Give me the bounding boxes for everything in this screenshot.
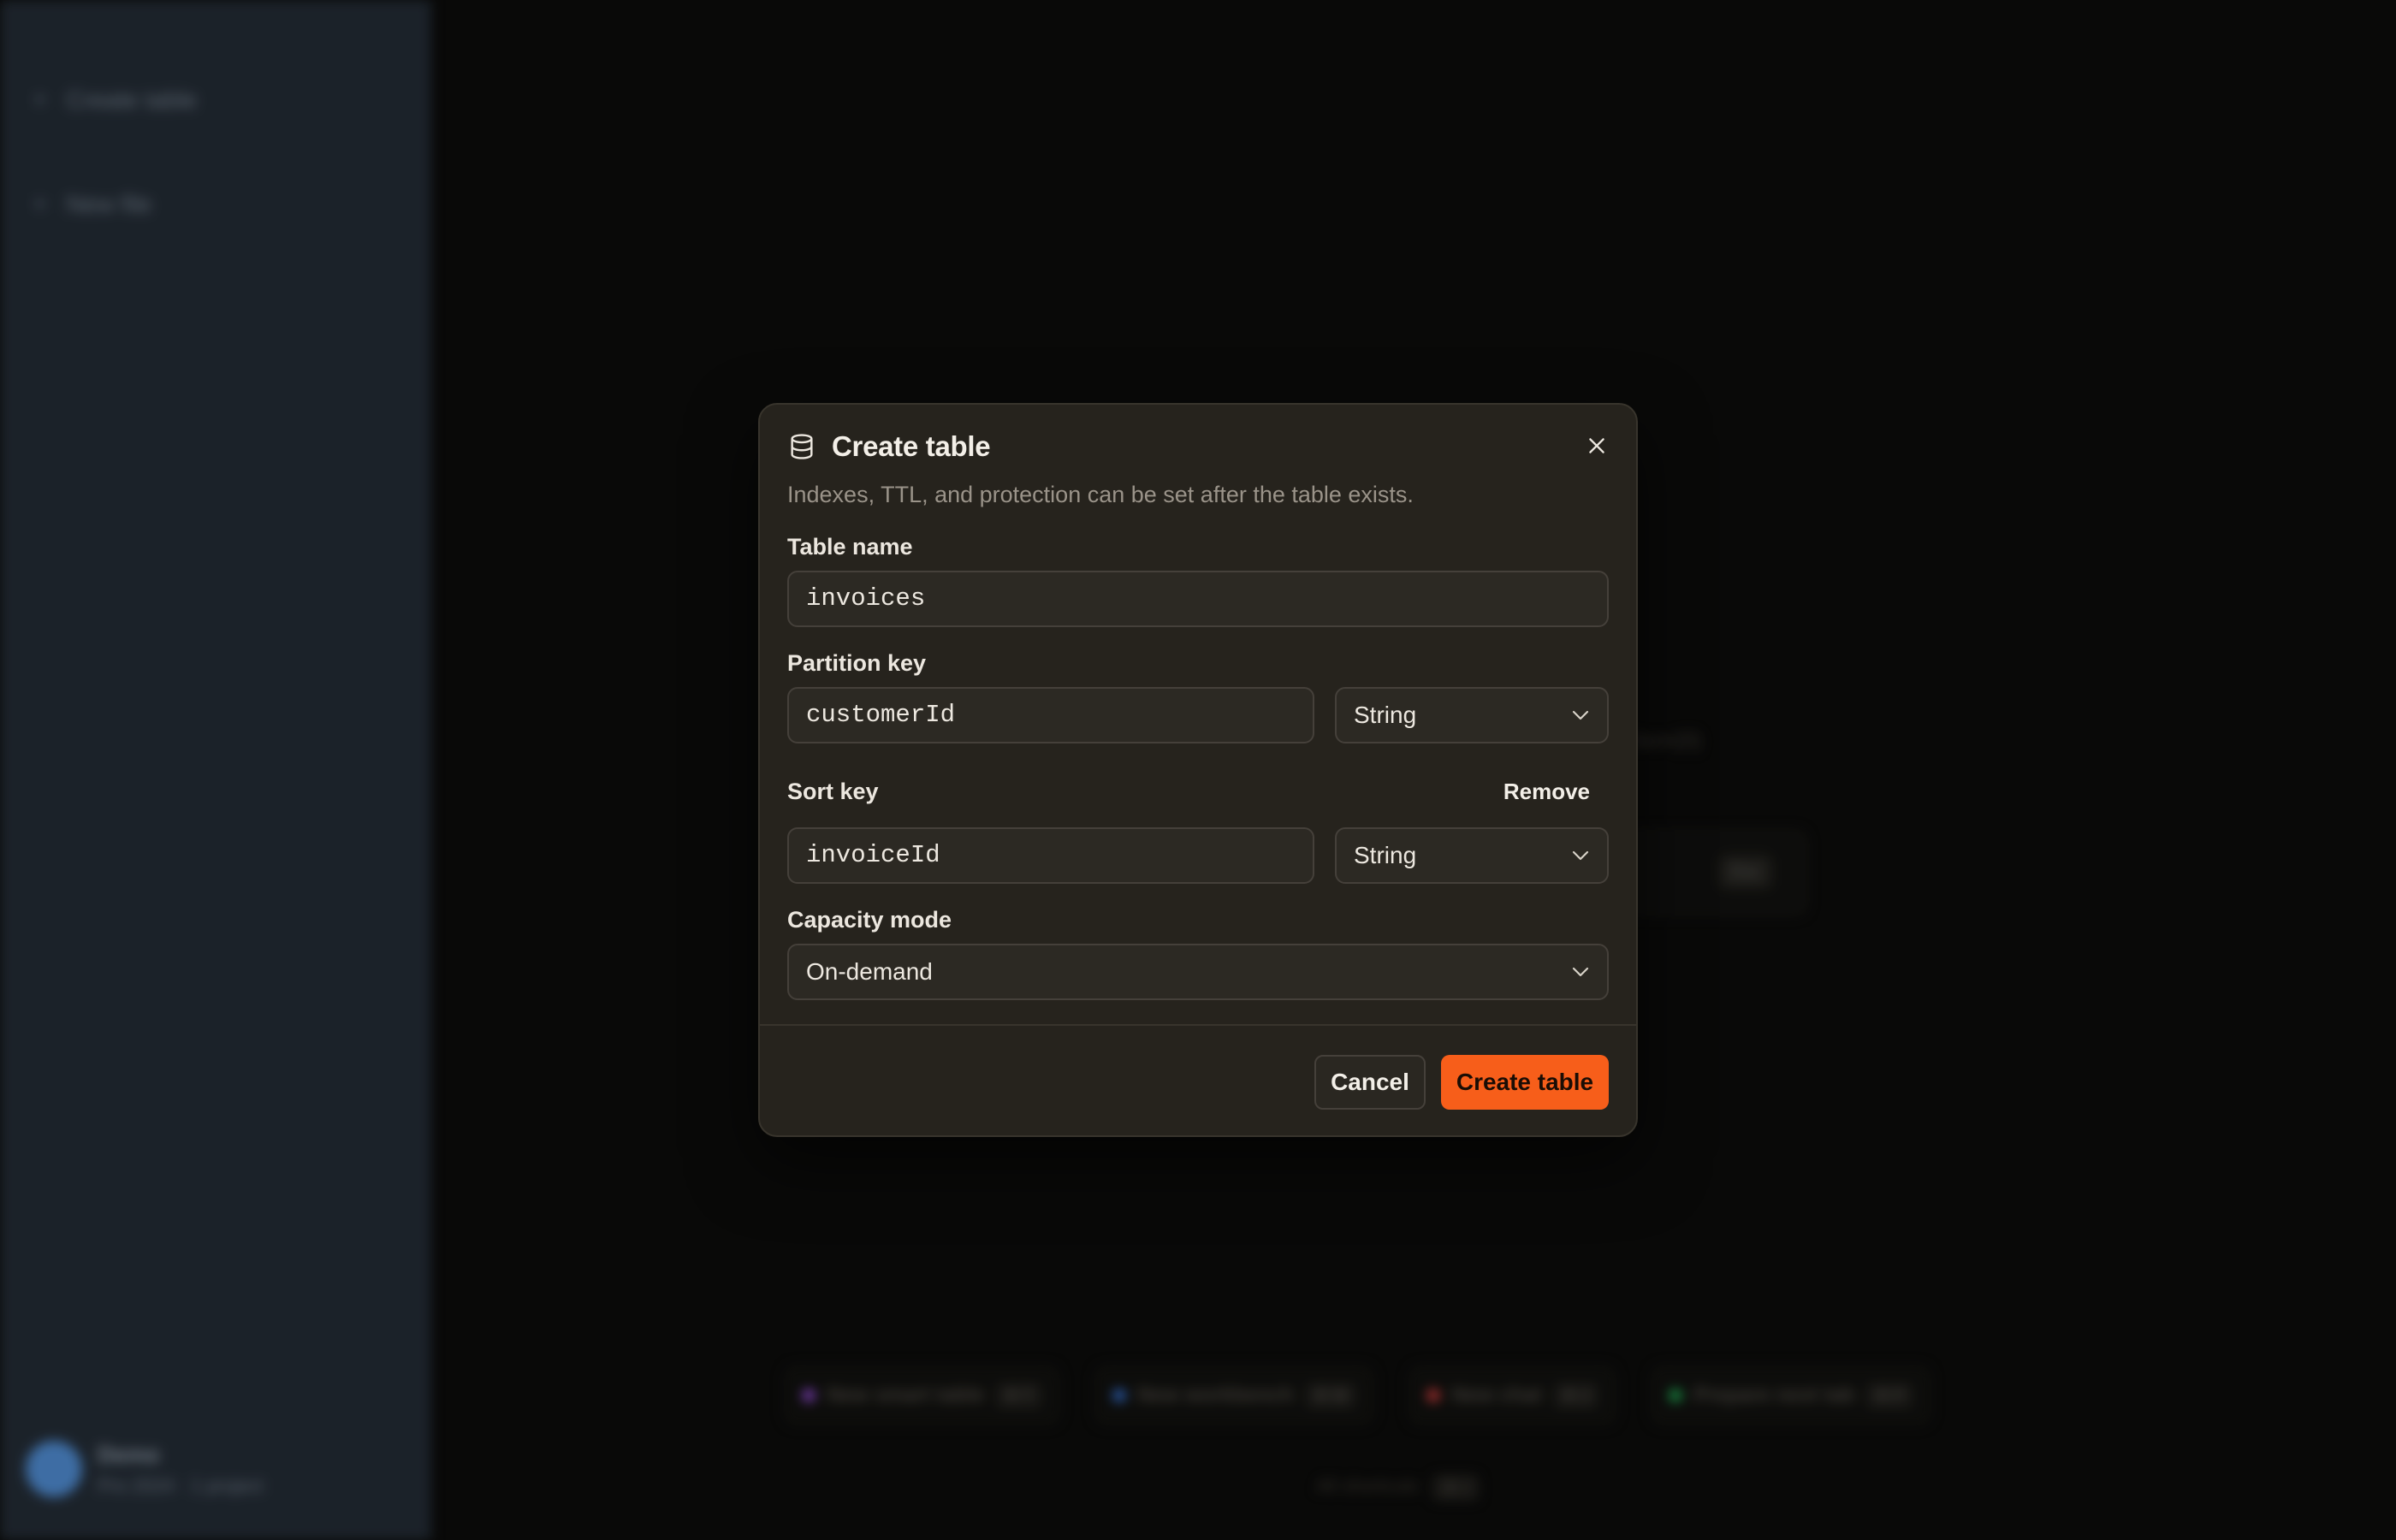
database-icon (791, 434, 813, 459)
partition-key-label: Partition key (787, 650, 927, 676)
dialog-divider (760, 1024, 1636, 1026)
sort-key-label: Sort key (787, 779, 879, 804)
cancel-button[interactable]: Cancel (1314, 1055, 1426, 1110)
remove-sort-key-button[interactable]: Remove (1503, 779, 1590, 805)
partition-key-type-select[interactable]: String (1335, 687, 1609, 743)
chevron-down-icon (1572, 967, 1589, 977)
dialog-title: Create table (832, 430, 991, 462)
dialog-subtitle: Indexes, TTL, and protection can be set … (787, 482, 1414, 507)
chevron-down-icon (1572, 850, 1589, 861)
capacity-mode-select[interactable]: On-demand (787, 944, 1609, 1000)
create-table-button[interactable]: Create table (1441, 1055, 1609, 1110)
select-value: On-demand (806, 958, 933, 985)
select-value: String (1354, 842, 1417, 868)
sort-key-input[interactable]: invoiceId (787, 827, 1314, 884)
table-name-label: Table name (787, 534, 913, 560)
chevron-down-icon (1572, 710, 1589, 720)
sort-key-type-select[interactable]: String (1335, 827, 1609, 884)
dialog-header: Create table Indexes, TTL, and protectio… (787, 430, 1609, 508)
table-name-input[interactable]: invoices (787, 571, 1609, 627)
close-icon (1589, 438, 1604, 453)
select-value: String (1354, 702, 1417, 728)
partition-key-input[interactable]: customerId (787, 687, 1314, 743)
close-button[interactable] (1578, 427, 1616, 465)
capacity-mode-label: Capacity mode (787, 907, 952, 933)
create-table-dialog: Create table Indexes, TTL, and protectio… (758, 403, 1638, 1137)
